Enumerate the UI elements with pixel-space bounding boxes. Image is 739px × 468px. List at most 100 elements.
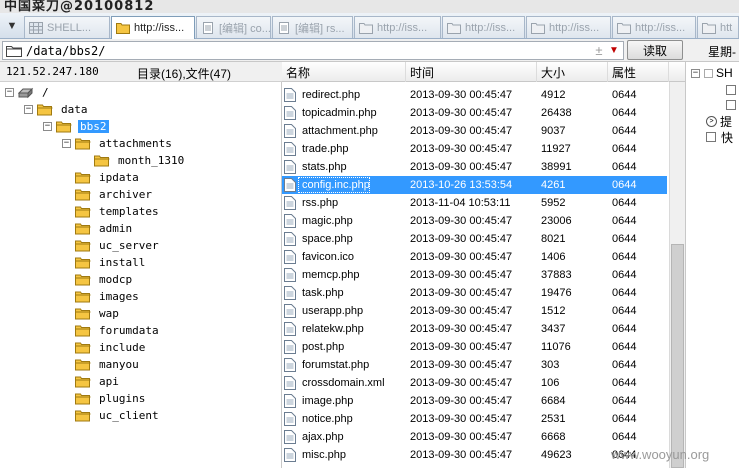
- file-icon: [284, 178, 296, 192]
- tree-node-uc-client[interactable]: uc_client: [62, 407, 161, 423]
- folder-icon: [116, 23, 130, 34]
- table-row[interactable]: favicon.ico 2013-09-30 00:45:47 1406 0644: [282, 248, 667, 266]
- file-name: space.php: [302, 233, 353, 245]
- right-tree-item[interactable]: [726, 82, 739, 98]
- tab-8[interactable]: http://iss...: [612, 16, 696, 38]
- file-icon: [284, 250, 296, 264]
- table-row[interactable]: relatekw.php 2013-09-30 00:45:47 3437 0644: [282, 320, 667, 338]
- folder-icon: [75, 257, 91, 268]
- tree-node-bbs2[interactable]: − bbs2: [43, 118, 109, 134]
- file-time: 2013-09-30 00:45:47: [410, 323, 513, 335]
- table-row[interactable]: magic.php 2013-09-30 00:45:47 23006 0644: [282, 212, 667, 230]
- tree-label-selected: bbs2: [78, 119, 109, 133]
- tab-3[interactable]: [编辑] co...: [196, 16, 271, 38]
- column-header-name[interactable]: 名称: [282, 62, 406, 82]
- table-row[interactable]: userapp.php 2013-09-30 00:45:47 1512 0644: [282, 302, 667, 320]
- file-time: 2013-09-30 00:45:47: [410, 125, 513, 137]
- folder-icon: [531, 22, 545, 34]
- file-size: 37883: [541, 269, 572, 281]
- tree-node-images[interactable]: images: [62, 288, 141, 304]
- table-row[interactable]: memcp.php 2013-09-30 00:45:47 37883 0644: [282, 266, 667, 284]
- tree-label: api: [99, 374, 119, 388]
- file-size: 1406: [541, 251, 566, 263]
- tab-list-dropdown[interactable]: ▼: [2, 17, 22, 35]
- tree-node-month[interactable]: month_1310: [81, 152, 186, 168]
- tree-node-install[interactable]: install: [62, 254, 147, 270]
- tab-9[interactable]: htt: [697, 16, 739, 38]
- tree-node-data[interactable]: − data: [24, 101, 90, 117]
- tab-7[interactable]: http://iss...: [526, 16, 611, 38]
- table-row[interactable]: crossdomain.xml 2013-09-30 00:45:47 106 064…: [282, 374, 667, 392]
- tree-node-attachments[interactable]: − attachments: [62, 135, 174, 151]
- table-row[interactable]: topicadmin.php 2013-09-30 00:45:47 26438 06…: [282, 104, 667, 122]
- tree-node-include[interactable]: include: [62, 339, 147, 355]
- file-icon: [284, 448, 296, 462]
- file-attr: 0644: [612, 413, 637, 425]
- tab-6[interactable]: http://iss...: [442, 16, 525, 38]
- table-row[interactable]: config.inc.php 2013-10-26 13:53:54 4261 064…: [282, 176, 667, 194]
- tree-node-archiver[interactable]: archiver: [62, 186, 154, 202]
- file-size: 3437: [541, 323, 566, 335]
- table-row[interactable]: notice.php 2013-09-30 00:45:47 2531 0644: [282, 410, 667, 428]
- list-scrollbar[interactable]: [669, 82, 685, 468]
- collapse-icon[interactable]: −: [691, 68, 700, 78]
- file-size: 6668: [541, 431, 566, 443]
- right-tree-item-tip[interactable]: > 提: [706, 113, 732, 129]
- tree-node-ipdata[interactable]: ipdata: [62, 169, 141, 185]
- table-row[interactable]: stats.php 2013-09-30 00:45:47 38991 0644: [282, 158, 667, 176]
- table-row[interactable]: image.php 2013-09-30 00:45:47 6684 0644: [282, 392, 667, 410]
- column-header-attr[interactable]: 属性: [608, 62, 669, 82]
- right-tree-root[interactable]: − SH: [691, 65, 733, 81]
- table-row[interactable]: trade.php 2013-09-30 00:45:47 11927 0644: [282, 140, 667, 158]
- table-row[interactable]: attachment.php 2013-09-30 00:45:47 9037 064…: [282, 122, 667, 140]
- tree-node-admin[interactable]: admin: [62, 220, 134, 236]
- document-icon: [203, 21, 213, 34]
- tree-node-uc-server[interactable]: uc_server: [62, 237, 161, 253]
- tab-5[interactable]: http://iss...: [354, 16, 441, 38]
- folder-icon: [75, 291, 91, 302]
- table-row[interactable]: redirect.php 2013-09-30 00:45:47 4912 0644: [282, 86, 667, 104]
- table-row[interactable]: forumstat.php 2013-09-30 00:45:47 303 0644: [282, 356, 667, 374]
- folder-tree: − / − data − bbs2 − attachments month_13…: [0, 82, 282, 468]
- chevron-down-icon[interactable]: ▼: [605, 45, 623, 56]
- file-name: forumstat.php: [302, 359, 370, 371]
- plus-minus-icon[interactable]: ±: [593, 43, 605, 58]
- folder-icon: [75, 206, 91, 217]
- tab-4[interactable]: [编辑] rs...: [272, 16, 353, 38]
- tree-node-plugins[interactable]: plugins: [62, 390, 147, 406]
- table-row[interactable]: rss.php 2013-11-04 10:53:11 5952 0644: [282, 194, 667, 212]
- file-attr: 0644: [612, 323, 637, 335]
- file-time: 2013-09-30 00:45:47: [410, 413, 513, 425]
- tree-node-api[interactable]: api: [62, 373, 121, 389]
- right-tree-item-quick[interactable]: 快: [706, 129, 733, 145]
- collapse-icon[interactable]: −: [24, 104, 33, 114]
- tree-node-wap[interactable]: wap: [62, 305, 121, 321]
- tab-1[interactable]: SHELL...: [24, 16, 110, 38]
- tree-node-manyou[interactable]: manyou: [62, 356, 141, 372]
- table-row[interactable]: post.php 2013-09-30 00:45:47 11076 0644: [282, 338, 667, 356]
- collapse-icon[interactable]: −: [5, 87, 14, 97]
- collapse-icon[interactable]: −: [62, 138, 71, 148]
- column-header-time[interactable]: 时间: [406, 62, 537, 82]
- table-row[interactable]: misc.php 2013-09-30 00:45:47 49623 0644: [282, 446, 667, 464]
- tree-node-templates[interactable]: templates: [62, 203, 161, 219]
- collapse-icon[interactable]: −: [43, 121, 52, 131]
- read-button[interactable]: 读取: [627, 40, 683, 60]
- table-row[interactable]: ajax.php 2013-09-30 00:45:47 6668 0644: [282, 428, 667, 446]
- folder-icon: [75, 376, 91, 387]
- tab-2[interactable]: http://iss...: [111, 16, 195, 39]
- column-header-size[interactable]: 大小: [537, 62, 608, 82]
- chevron-down-icon: ▼: [6, 20, 18, 32]
- path-input[interactable]: /data/bbs2/ ± ▼: [2, 41, 624, 60]
- tree-node-modcp[interactable]: modcp: [62, 271, 134, 287]
- table-row[interactable]: task.php 2013-09-30 00:45:47 19476 0644: [282, 284, 667, 302]
- file-size: 1512: [541, 305, 566, 317]
- scrollbar-thumb[interactable]: [671, 244, 684, 468]
- file-size: 303: [541, 359, 560, 371]
- tree-node-root[interactable]: − /: [5, 84, 51, 100]
- tree-node-forumdata[interactable]: forumdata: [62, 322, 161, 338]
- right-tree-item[interactable]: [726, 97, 739, 113]
- note-icon: [706, 132, 716, 142]
- table-row[interactable]: space.php 2013-09-30 00:45:47 8021 0644: [282, 230, 667, 248]
- info-row: 121.52.247.180 目录(16),文件(47): [0, 62, 282, 82]
